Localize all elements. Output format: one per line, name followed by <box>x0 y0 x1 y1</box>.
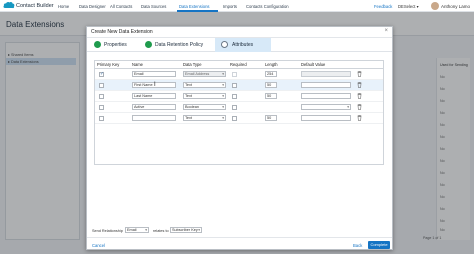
data-type-select[interactable]: Text ▾ <box>183 82 226 88</box>
table-row: ✓ Email Email Address ▾ 254 <box>95 69 383 80</box>
step-circle-icon <box>221 41 228 48</box>
default-value-input[interactable] <box>301 82 351 88</box>
step-properties[interactable]: Properties <box>87 38 139 52</box>
send-relationship-label: Send Relationship <box>92 229 123 233</box>
table-row: Last Name Text ▾ 50 <box>95 91 383 102</box>
nav-tab-imports[interactable]: Imports <box>223 4 237 9</box>
primary-key-checkbox[interactable] <box>99 94 104 99</box>
business-unit-label: DESelect <box>398 3 416 9</box>
step-label: Data Retention Policy <box>155 42 204 48</box>
nav-tab-data-sources[interactable]: Data Sources <box>141 4 166 9</box>
send-relationship-field-select[interactable]: Email ▾ <box>125 227 149 233</box>
data-type-select[interactable]: Text ▾ <box>183 93 226 99</box>
column-header-default-value: Default Value <box>301 62 326 67</box>
chevron-down-icon: ▾ <box>222 83 224 87</box>
chevron-down-icon: ▾ <box>198 228 200 232</box>
required-checkbox[interactable] <box>232 116 237 121</box>
trash-icon[interactable] <box>357 104 362 110</box>
nav-tab-home[interactable]: Home <box>58 4 69 9</box>
default-value-select[interactable]: ▾ <box>301 104 351 110</box>
default-value-input[interactable] <box>301 115 351 121</box>
avatar[interactable] <box>431 2 439 10</box>
primary-key-checkbox[interactable] <box>99 105 104 110</box>
chevron-down-icon: ▾ <box>222 72 224 76</box>
column-header-name: Name <box>132 62 143 67</box>
subscriber-key-value: Subscriber Key <box>172 228 198 232</box>
subscriber-key-select[interactable]: Subscriber Key ▾ <box>170 227 202 233</box>
cancel-button[interactable]: Cancel <box>92 243 105 248</box>
required-checkbox[interactable] <box>232 94 237 99</box>
data-type-select[interactable]: Text ▾ <box>183 115 226 121</box>
required-checkbox[interactable] <box>232 72 237 77</box>
primary-key-checkbox[interactable] <box>99 116 104 121</box>
primary-key-checkbox[interactable]: ✓ <box>99 72 104 77</box>
name-input[interactable]: Active <box>132 104 176 110</box>
chevron-down-icon: ▾ <box>222 116 224 120</box>
table-row: Text ▾ 50 <box>95 113 383 124</box>
data-type-value: Text <box>185 94 192 98</box>
default-value-input[interactable] <box>301 93 351 99</box>
name-input[interactable] <box>132 115 176 121</box>
chevron-down-icon: ▾ <box>347 105 349 109</box>
app-name: Contact Builder <box>16 3 54 9</box>
data-type-value: Text <box>185 116 192 120</box>
check-icon <box>145 41 152 48</box>
nav-tab-data-extensions[interactable]: Data Extensions <box>179 4 210 9</box>
modal-title: Create New Data Extension <box>91 29 153 35</box>
user-name[interactable]: Anthony Lamo <box>441 4 470 9</box>
business-unit-switcher[interactable]: DESelect ▾ <box>398 4 419 9</box>
trash-icon[interactable] <box>357 93 362 99</box>
nav-tab-all-contacts[interactable]: All Contacts <box>110 4 132 9</box>
table-row: Active Boolean ▾ ▾ <box>95 102 383 113</box>
chevron-down-icon: ▾ <box>416 3 419 9</box>
salesforce-cloud-icon <box>3 1 15 9</box>
data-type-value: Text <box>185 83 192 87</box>
trash-icon[interactable] <box>357 82 362 88</box>
nav-tab-data-designer[interactable]: Data Designer <box>79 4 106 9</box>
table-row: First Name Text ▾ 50 <box>95 80 383 91</box>
attributes-grid: Primary Key Name Data Type Required Leng… <box>94 60 384 165</box>
step-data-retention-policy[interactable]: Data Retention Policy <box>139 38 219 52</box>
trash-icon[interactable] <box>357 71 362 77</box>
data-type-value: Boolean <box>185 105 199 109</box>
footer-divider <box>87 237 392 238</box>
step-label: Attributes <box>232 42 254 48</box>
nav-tab-contacts-configuration[interactable]: Contacts Configuration <box>246 4 289 9</box>
required-checkbox[interactable] <box>232 83 237 88</box>
name-input[interactable]: Last Name <box>132 93 176 99</box>
chevron-down-icon: ▾ <box>222 94 224 98</box>
default-value-input[interactable] <box>301 71 351 77</box>
length-input[interactable]: 50 <box>265 115 277 121</box>
length-input[interactable]: 50 <box>265 93 277 99</box>
text-cursor-icon: I <box>154 82 156 88</box>
step-label: Properties <box>104 42 127 48</box>
check-icon <box>94 41 101 48</box>
name-input[interactable]: Email <box>132 71 176 77</box>
feedback-link[interactable]: Feedback <box>374 4 392 9</box>
column-header-primary-key: Primary Key <box>97 62 120 67</box>
column-header-required: Required <box>230 62 247 67</box>
data-type-value: Email Address <box>185 72 210 76</box>
data-type-select[interactable]: Email Address ▾ <box>183 71 226 77</box>
primary-key-checkbox[interactable] <box>99 83 104 88</box>
relates-to-label: relates to <box>153 229 169 233</box>
create-data-extension-modal: Create New Data Extension × Properties D… <box>86 26 393 250</box>
wizard-steps: Properties Data Retention Policy Attribu… <box>87 37 392 52</box>
required-checkbox[interactable] <box>232 105 237 110</box>
column-header-length: Length <box>265 62 278 67</box>
length-input[interactable]: 50 <box>265 82 277 88</box>
length-input[interactable]: 254 <box>265 71 277 77</box>
complete-button[interactable]: Complete <box>368 241 390 249</box>
chevron-down-icon: ▾ <box>145 228 147 232</box>
top-bar: Contact Builder Home Data Designer All C… <box>0 0 474 12</box>
data-type-select[interactable]: Boolean ▾ <box>183 104 226 110</box>
send-relationship-field-value: Email <box>127 228 137 232</box>
column-header-data-type: Data Type <box>183 62 202 67</box>
step-attributes[interactable]: Attributes <box>215 38 271 52</box>
trash-icon[interactable] <box>357 115 362 121</box>
back-button[interactable]: Back <box>353 243 362 248</box>
close-icon[interactable]: × <box>384 28 388 34</box>
chevron-down-icon: ▾ <box>222 105 224 109</box>
